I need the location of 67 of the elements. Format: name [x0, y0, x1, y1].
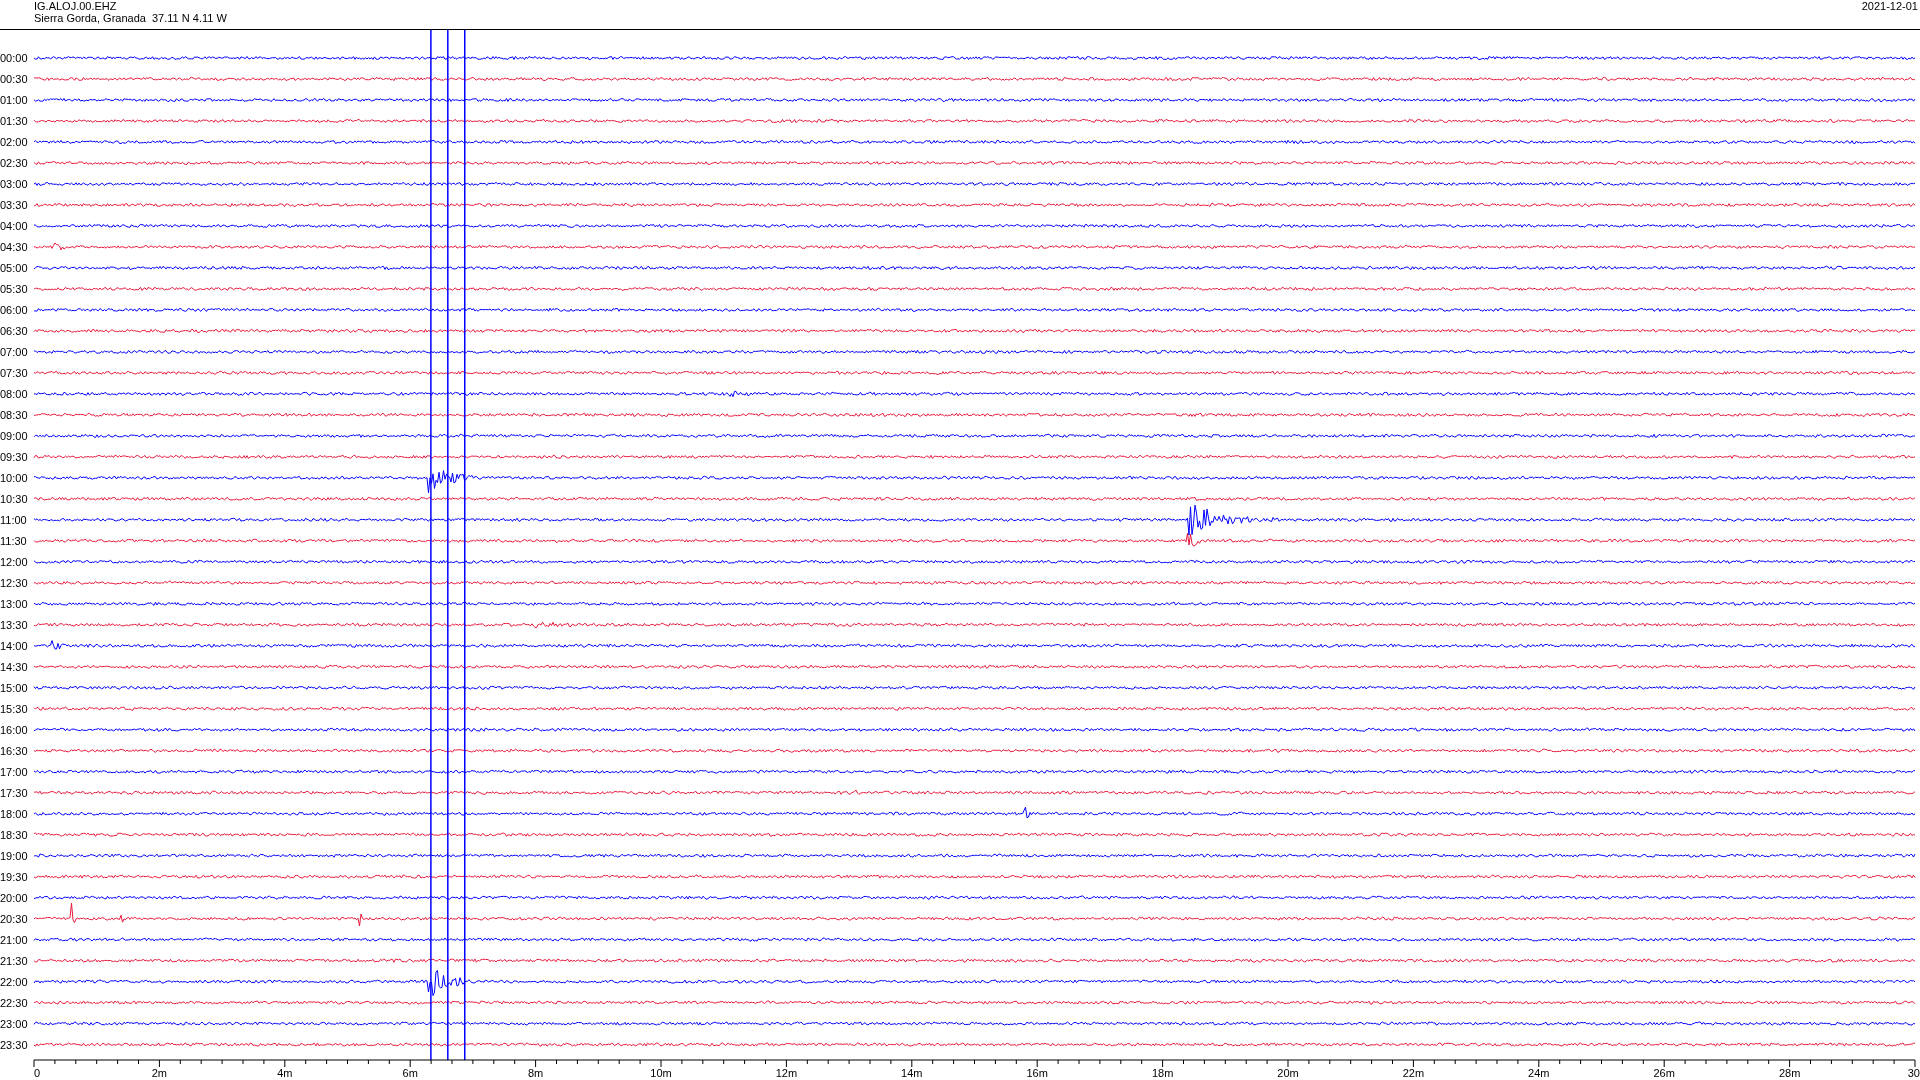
hour-label: 03:00 — [0, 177, 28, 190]
hour-label: 06:30 — [0, 324, 28, 337]
axis-label: 4m — [277, 1067, 293, 1079]
hour-label: 04:30 — [0, 240, 28, 253]
hour-label: 13:00 — [0, 597, 28, 610]
station-location: Sierra Gorda, Granada 37.11 N 4.11 W — [34, 12, 227, 24]
hour-label: 11:00 — [0, 513, 27, 526]
hour-label: 17:30 — [0, 786, 28, 799]
hour-label: 18:00 — [0, 807, 28, 820]
hour-label: 05:00 — [0, 261, 28, 274]
axis-label: 16m — [1026, 1067, 1048, 1079]
axis-label: 6m — [402, 1067, 418, 1079]
hour-label: 05:30 — [0, 282, 28, 295]
hour-label: 18:30 — [0, 828, 28, 841]
hour-label: 20:30 — [0, 912, 28, 925]
hour-label: 02:30 — [0, 156, 28, 169]
hour-label: 12:00 — [0, 555, 28, 568]
axis-label: 26m — [1653, 1067, 1675, 1079]
hour-label: 23:00 — [0, 1017, 28, 1030]
hour-label: 09:30 — [0, 450, 28, 463]
hour-label: 17:00 — [0, 765, 28, 778]
hour-label: 22:00 — [0, 975, 28, 988]
hour-label: 22:30 — [0, 996, 28, 1009]
hour-label: 03:30 — [0, 198, 28, 211]
hour-label: 00:30 — [0, 73, 28, 85]
axis-label: 22m — [1402, 1067, 1425, 1079]
axis-label: 18m — [1151, 1067, 1174, 1079]
axis-label: 12m — [775, 1067, 798, 1079]
hour-label: 13:30 — [0, 618, 28, 631]
station-code: IG.ALOJ.00.EHZ — [34, 0, 118, 12]
hour-label: 02:00 — [0, 135, 28, 148]
hour-label: 19:30 — [0, 870, 28, 883]
axis-label: 20m — [1277, 1067, 1299, 1079]
hour-label: 21:00 — [0, 933, 28, 946]
axis-label: 30 — [1907, 1067, 1920, 1079]
hour-label: 16:30 — [0, 744, 28, 757]
axis-label: 2m — [151, 1067, 168, 1079]
hour-label: 20:00 — [0, 891, 28, 904]
hour-label: 14:00 — [0, 639, 28, 652]
hour-label: 19:00 — [0, 849, 28, 862]
hour-label: 00:00 — [0, 52, 28, 64]
hour-label: 01:30 — [0, 114, 28, 127]
hour-label: 08:00 — [0, 387, 28, 400]
hour-label: 10:00 — [0, 471, 28, 484]
hour-label: 07:30 — [0, 366, 28, 379]
hour-label: 15:00 — [0, 681, 28, 694]
hour-label: 09:00 — [0, 429, 28, 442]
hour-label: 23:30 — [0, 1038, 28, 1051]
hour-label: 15:30 — [0, 702, 28, 715]
hour-label: 16:00 — [0, 723, 28, 736]
axis-label: 8m — [527, 1067, 544, 1079]
hour-label: 12:30 — [0, 576, 28, 589]
axis-label: 10m — [650, 1067, 672, 1079]
axis-label: 0 — [34, 1067, 41, 1079]
hour-label: 04:00 — [0, 219, 28, 232]
hour-label: 21:30 — [0, 954, 28, 967]
hour-label: 07:00 — [0, 345, 28, 358]
axis-label: 28m — [1778, 1067, 1801, 1079]
hour-label: 11:30 — [0, 534, 27, 547]
hour-label: 10:30 — [0, 492, 28, 505]
hour-label: 01:00 — [0, 94, 28, 106]
axis-label: 14m — [901, 1067, 923, 1079]
axis-label: 24m — [1528, 1067, 1550, 1079]
hour-label: 06:00 — [0, 303, 28, 316]
plot-date: 2021-12-01 — [1861, 0, 1918, 14]
hour-label: 14:30 — [0, 660, 28, 673]
hour-label: 08:30 — [0, 408, 28, 421]
